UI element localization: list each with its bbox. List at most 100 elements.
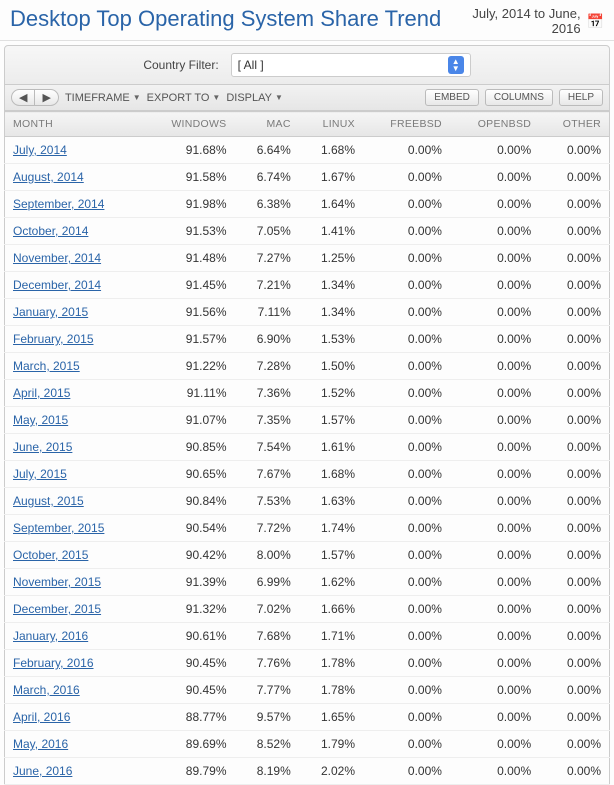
month-link[interactable]: January, 2016 <box>5 623 144 650</box>
cell-linux: 1.63% <box>299 488 363 515</box>
export-label: EXPORT TO <box>147 92 210 104</box>
cell-linux: 1.79% <box>299 731 363 758</box>
cell-windows: 91.39% <box>143 569 234 596</box>
month-link[interactable]: May, 2015 <box>5 407 144 434</box>
month-link[interactable]: December, 2015 <box>5 596 144 623</box>
month-link[interactable]: April, 2016 <box>5 704 144 731</box>
help-button[interactable]: HELP <box>559 89 603 106</box>
cell-windows: 88.77% <box>143 704 234 731</box>
month-link[interactable]: June, 2015 <box>5 434 144 461</box>
column-header[interactable]: FREEBSD <box>363 112 450 137</box>
cell-linux: 1.25% <box>299 245 363 272</box>
cell-linux: 1.41% <box>299 218 363 245</box>
date-range-text: July, 2014 to June, 2016 <box>444 6 581 36</box>
cell-other: 0.00% <box>539 758 609 785</box>
cell-linux: 1.52% <box>299 380 363 407</box>
cell-freebsd: 0.00% <box>363 137 450 164</box>
cell-freebsd: 0.00% <box>363 461 450 488</box>
cell-other: 0.00% <box>539 326 609 353</box>
column-header[interactable]: WINDOWS <box>143 112 234 137</box>
month-link[interactable]: April, 2015 <box>5 380 144 407</box>
table-header-row: MONTHWINDOWSMACLINUXFREEBSDOPENBSDOTHER <box>5 112 610 137</box>
calendar-icon[interactable]: 📅 <box>587 13 604 30</box>
month-link[interactable]: January, 2015 <box>5 299 144 326</box>
display-menu[interactable]: DISPLAY ▼ <box>226 92 283 104</box>
cell-other: 0.00% <box>539 623 609 650</box>
cell-windows: 90.61% <box>143 623 234 650</box>
month-link[interactable]: October, 2015 <box>5 542 144 569</box>
cell-freebsd: 0.00% <box>363 245 450 272</box>
month-link[interactable]: March, 2016 <box>5 677 144 704</box>
export-menu[interactable]: EXPORT TO ▼ <box>147 92 221 104</box>
table-row: October, 201491.53%7.05%1.41%0.00%0.00%0… <box>5 218 610 245</box>
table-row: November, 201591.39%6.99%1.62%0.00%0.00%… <box>5 569 610 596</box>
country-filter-select[interactable]: [ All ] ▲▼ <box>231 53 471 77</box>
cell-linux: 1.68% <box>299 137 363 164</box>
cell-linux: 1.62% <box>299 569 363 596</box>
table-row: June, 201590.85%7.54%1.61%0.00%0.00%0.00… <box>5 434 610 461</box>
cell-other: 0.00% <box>539 380 609 407</box>
cell-other: 0.00% <box>539 704 609 731</box>
month-link[interactable]: March, 2015 <box>5 353 144 380</box>
month-link[interactable]: August, 2015 <box>5 488 144 515</box>
cell-mac: 7.02% <box>235 596 299 623</box>
date-range[interactable]: July, 2014 to June, 2016 📅 <box>444 6 604 36</box>
cell-mac: 7.35% <box>235 407 299 434</box>
month-link[interactable]: September, 2015 <box>5 515 144 542</box>
embed-button[interactable]: EMBED <box>425 89 479 106</box>
month-link[interactable]: July, 2014 <box>5 137 144 164</box>
month-link[interactable]: September, 2014 <box>5 191 144 218</box>
cell-freebsd: 0.00% <box>363 191 450 218</box>
month-link[interactable]: August, 2014 <box>5 164 144 191</box>
cell-windows: 91.68% <box>143 137 234 164</box>
month-link[interactable]: July, 2015 <box>5 461 144 488</box>
month-link[interactable]: June, 2016 <box>5 758 144 785</box>
pager[interactable]: ◀ ▶ <box>11 89 59 106</box>
month-link[interactable]: February, 2016 <box>5 650 144 677</box>
timeframe-menu[interactable]: TIMEFRAME ▼ <box>65 92 141 104</box>
cell-mac: 7.05% <box>235 218 299 245</box>
cell-freebsd: 0.00% <box>363 272 450 299</box>
pager-next-icon[interactable]: ▶ <box>35 90 57 105</box>
month-link[interactable]: December, 2014 <box>5 272 144 299</box>
cell-freebsd: 0.00% <box>363 380 450 407</box>
columns-button[interactable]: COLUMNS <box>485 89 553 106</box>
table-row: September, 201590.54%7.72%1.74%0.00%0.00… <box>5 515 610 542</box>
cell-openbsd: 0.00% <box>450 542 539 569</box>
pager-prev-icon[interactable]: ◀ <box>12 90 35 105</box>
month-link[interactable]: October, 2014 <box>5 218 144 245</box>
cell-freebsd: 0.00% <box>363 407 450 434</box>
cell-windows: 91.56% <box>143 299 234 326</box>
cell-openbsd: 0.00% <box>450 758 539 785</box>
cell-freebsd: 0.00% <box>363 299 450 326</box>
column-header[interactable]: LINUX <box>299 112 363 137</box>
column-header[interactable]: OPENBSD <box>450 112 539 137</box>
page-title: Desktop Top Operating System Share Trend <box>10 6 441 32</box>
cell-openbsd: 0.00% <box>450 191 539 218</box>
cell-mac: 7.53% <box>235 488 299 515</box>
month-link[interactable]: November, 2015 <box>5 569 144 596</box>
cell-mac: 7.68% <box>235 623 299 650</box>
column-header[interactable]: MAC <box>235 112 299 137</box>
cell-windows: 91.53% <box>143 218 234 245</box>
cell-other: 0.00% <box>539 191 609 218</box>
cell-other: 0.00% <box>539 488 609 515</box>
month-link[interactable]: May, 2016 <box>5 731 144 758</box>
cell-linux: 1.71% <box>299 623 363 650</box>
country-filter-label: Country Filter: <box>143 58 218 72</box>
cell-mac: 7.54% <box>235 434 299 461</box>
column-header[interactable]: MONTH <box>5 112 144 137</box>
cell-linux: 1.78% <box>299 677 363 704</box>
cell-other: 0.00% <box>539 353 609 380</box>
cell-mac: 7.67% <box>235 461 299 488</box>
cell-other: 0.00% <box>539 515 609 542</box>
cell-other: 0.00% <box>539 461 609 488</box>
cell-windows: 91.07% <box>143 407 234 434</box>
table-row: August, 201491.58%6.74%1.67%0.00%0.00%0.… <box>5 164 610 191</box>
column-header[interactable]: OTHER <box>539 112 609 137</box>
cell-mac: 7.36% <box>235 380 299 407</box>
cell-freebsd: 0.00% <box>363 677 450 704</box>
table-row: December, 201591.32%7.02%1.66%0.00%0.00%… <box>5 596 610 623</box>
month-link[interactable]: February, 2015 <box>5 326 144 353</box>
month-link[interactable]: November, 2014 <box>5 245 144 272</box>
